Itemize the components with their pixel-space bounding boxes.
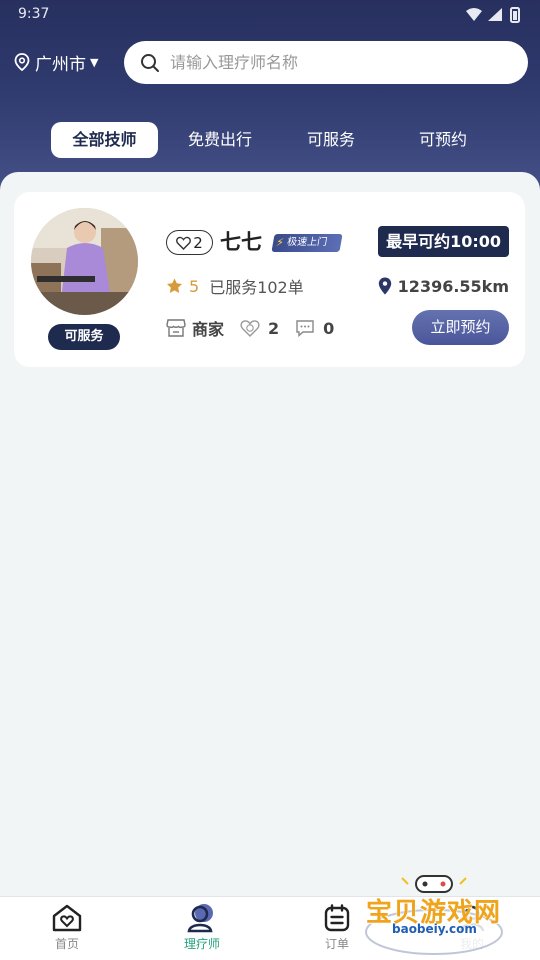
- status-bar: 9:37: [0, 0, 540, 30]
- star-icon: [167, 278, 182, 293]
- availability-badge: 可服务: [48, 324, 120, 350]
- watermark: 宝贝游戏网 baobeiy.com: [362, 872, 507, 956]
- watermark-url: baobeiy.com: [392, 922, 477, 936]
- location-pin-icon: [378, 277, 391, 295]
- location-pin-icon: [14, 53, 30, 71]
- favorites[interactable]: 2: [240, 319, 279, 338]
- tabbar-home[interactable]: 首页: [27, 903, 107, 957]
- technician-avatar[interactable]: [31, 208, 138, 315]
- likes-pill[interactable]: 2: [166, 230, 213, 255]
- merchant-label: 商家: [192, 320, 225, 339]
- tab-available-service[interactable]: 可服务: [286, 122, 376, 158]
- city-name: 广州市: [35, 54, 86, 75]
- chevron-down-icon: ▼: [90, 55, 99, 69]
- header-background: [0, 0, 540, 200]
- comments[interactable]: 0: [295, 319, 334, 338]
- tabbar-home-label: 首页: [54, 937, 79, 951]
- likes-count: 2: [193, 233, 203, 252]
- comments-count: 0: [323, 318, 335, 338]
- search-input[interactable]: [170, 53, 490, 72]
- comment-icon: [296, 320, 314, 337]
- lightning-icon: ⚡: [274, 236, 285, 249]
- avatar-photo: [31, 208, 138, 315]
- search-row: 广州市 ▼: [0, 40, 540, 84]
- earliest-booking-badge: 最早可约10:00: [378, 226, 509, 257]
- technician-card[interactable]: 可服务 2 七七 ⚡ 极速上门 最早可约10:00 5 已服务102单 1239…: [14, 192, 525, 367]
- signal-icon: [488, 8, 502, 21]
- tab-all-technicians[interactable]: 全部技师: [51, 122, 158, 158]
- tabbar-therapist[interactable]: 理疗师: [162, 903, 242, 957]
- distance: 12396.55km: [378, 274, 509, 298]
- status-time: 9:37: [18, 6, 50, 22]
- main-content: 可服务 2 七七 ⚡ 极速上门 最早可约10:00 5 已服务102单 1239…: [0, 172, 540, 896]
- search-icon: [141, 53, 159, 72]
- merchant-link[interactable]: 商家: [166, 316, 224, 340]
- heart-outline-icon: [176, 236, 192, 250]
- rating-row: 5 已服务102单: [166, 274, 304, 298]
- wifi-icon: [466, 8, 482, 21]
- therapist-icon: [187, 904, 213, 933]
- book-now-button[interactable]: 立即预约: [412, 310, 509, 345]
- store-icon: [166, 319, 186, 337]
- tab-free-travel[interactable]: 免费出行: [170, 122, 270, 158]
- speed-tag-label: 极速上门: [286, 237, 329, 248]
- heart-badge-icon: [240, 320, 260, 337]
- rating-value: 5: [189, 276, 200, 296]
- speed-tag: ⚡ 极速上门: [271, 234, 343, 252]
- served-orders: 已服务102单: [209, 278, 304, 297]
- tab-bookable[interactable]: 可预约: [398, 122, 488, 158]
- city-selector[interactable]: 广州市 ▼: [14, 50, 99, 75]
- tabbar-therapist-label: 理疗师: [183, 937, 220, 951]
- meta-row: 商家 2 0: [166, 316, 350, 340]
- status-icons: [466, 7, 520, 23]
- technician-name: 七七: [220, 230, 262, 254]
- filter-tabs: 全部技师 免费出行 可服务 可预约: [0, 122, 540, 160]
- home-icon: [52, 904, 82, 932]
- search-box[interactable]: [124, 41, 528, 84]
- order-icon: [324, 904, 350, 932]
- distance-value: 12396.55km: [397, 276, 509, 296]
- favorites-count: 2: [268, 318, 280, 338]
